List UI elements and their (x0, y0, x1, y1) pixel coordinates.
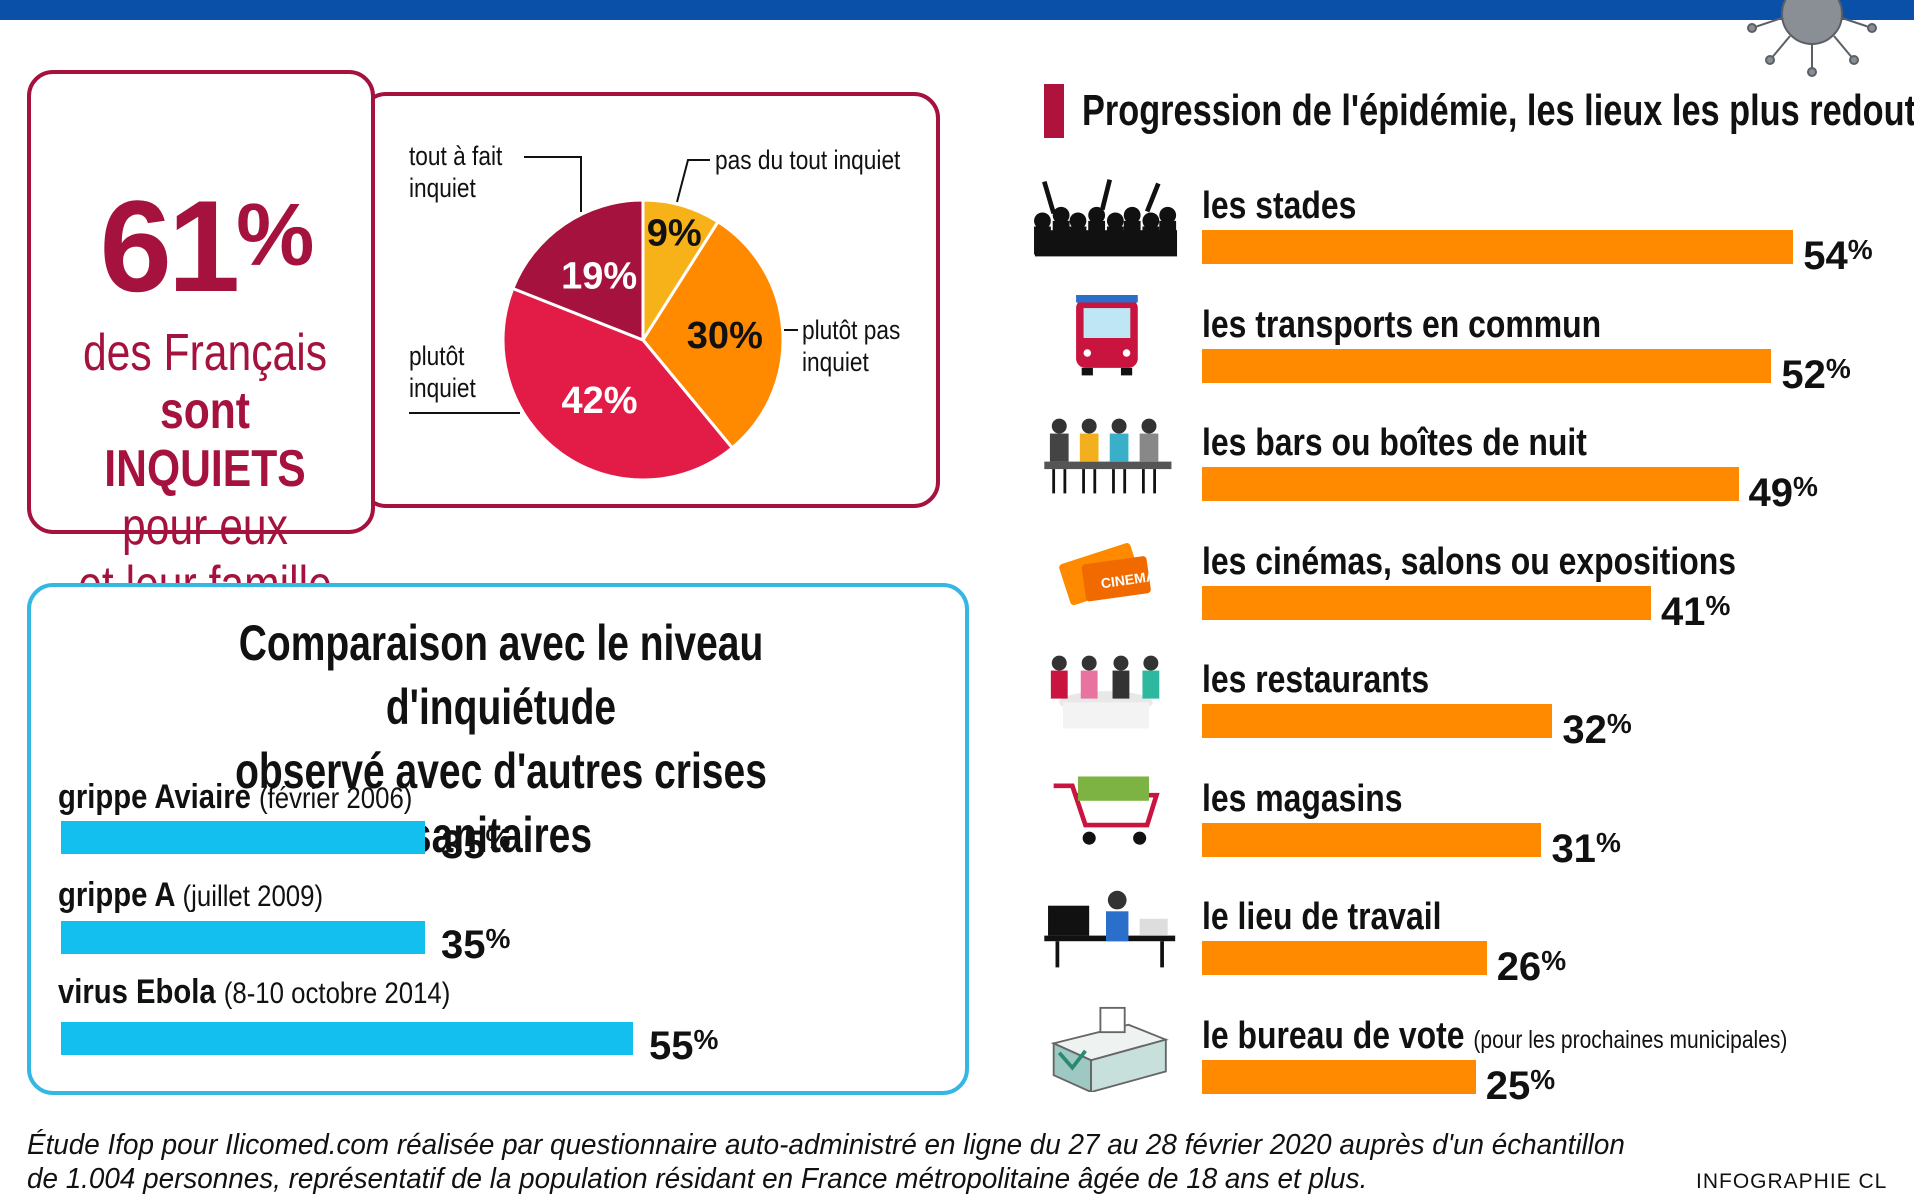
place-bar (1202, 348, 1772, 383)
bar-icon (1044, 418, 1172, 494)
place-label: les transports en commun (1202, 303, 1601, 347)
comparison-bar (61, 821, 425, 854)
place-value: 26% (1496, 945, 1567, 989)
place-bar (1202, 230, 1794, 264)
place-bar (1202, 822, 1542, 857)
place-bar (1202, 467, 1739, 501)
place-label: les bars ou boîtes de nuit (1202, 421, 1587, 465)
comparison-category: grippe A (58, 876, 183, 914)
headline-number: 61% (99, 173, 315, 319)
place-label: les stades (1202, 184, 1356, 228)
credit: INFOGRAPHIE CL (1696, 1170, 1888, 1193)
place-value: 52% (1781, 352, 1851, 397)
virus-icon (1747, 0, 1877, 77)
places-title-marker (1044, 84, 1064, 138)
place-value: 25% (1485, 1063, 1556, 1108)
place-category: les magasins (1202, 777, 1403, 820)
place-label: les cinémas, salons ou expositions (1202, 540, 1736, 584)
comparison-label: grippe Aviaire (février 2006) (58, 777, 412, 819)
shopping-cart-icon (1053, 775, 1160, 845)
place-label: les magasins (1202, 777, 1402, 821)
place-value: 32% (1562, 708, 1632, 752)
place-category: les bars ou boîtes de nuit (1202, 422, 1587, 464)
places-title: Progression de l'épidémie, les lieux les… (1082, 86, 1914, 135)
headline-line-1: des Français (82, 324, 328, 382)
headline-line-2: sont INQUIETS (104, 382, 306, 498)
place-bar (1202, 1059, 1476, 1094)
headline-line-3: pour eux (122, 498, 288, 556)
place-category: les stades (1202, 185, 1357, 227)
place-category: le bureau de vote (1202, 1014, 1474, 1057)
place-category: les restaurants (1202, 659, 1430, 701)
place-label: le bureau de vote (pour les prochaines m… (1202, 1014, 1787, 1062)
pie-label-tout-a-fait: tout à fait inquiet (409, 141, 503, 203)
source-note: Étude Ifop pour Ilicomed.com réalisée pa… (27, 1129, 1625, 1195)
place-label: les restaurants (1202, 658, 1429, 702)
comparison-label: grippe A (juillet 2009) (58, 875, 323, 917)
place-bar (1202, 585, 1651, 620)
place-label: le lieu de travail (1202, 895, 1442, 939)
comparison-label: virus Ebola (8-10 octobre 2014) (58, 972, 450, 1014)
pie-label-plutot: plutôt inquiet (409, 341, 476, 403)
comparison-bar (61, 921, 425, 954)
crowd-icon (1034, 179, 1178, 257)
bus-icon (1076, 294, 1138, 375)
cinema-ticket-icon: CINEMA (1059, 542, 1157, 605)
comparison-value: 55% (649, 1024, 719, 1068)
comparison-panel: Comparaison avec le niveau d'inquiétude … (27, 583, 969, 1095)
pie-label-pas-du-tout: pas du tout inquiet (715, 145, 901, 175)
place-category: le lieu de travail (1202, 896, 1442, 938)
place-bar (1202, 941, 1487, 975)
headline-description: des Français sont INQUIETS pour eux et l… (62, 324, 347, 614)
top-band (0, 0, 1914, 20)
place-note: (pour les prochaines municipales) (1473, 1025, 1788, 1054)
office-worker-icon (1044, 890, 1176, 968)
place-category: les cinémas, salons ou expositions (1202, 540, 1736, 583)
comparison-category: virus Ebola (58, 973, 224, 1011)
headline-panel: 61% des Français sont INQUIETS pour eux … (27, 70, 375, 614)
comparison-date: (février 2006) (258, 782, 413, 815)
place-category: les transports en commun (1202, 303, 1602, 346)
place-value: 54% (1803, 234, 1873, 278)
comparison-date: (juillet 2009) (182, 880, 324, 913)
comparison-bar (61, 1022, 633, 1055)
ballot-box-icon (1050, 1006, 1169, 1092)
place-value: 31% (1551, 826, 1621, 871)
restaurant-icon (1050, 655, 1160, 729)
place-bar (1202, 704, 1553, 738)
comparison-value: 35% (441, 823, 511, 867)
place-value: 41% (1660, 589, 1731, 634)
comparison-value: 35% (441, 923, 511, 967)
pie-label-plutot-pas: plutôt pas inquiet (802, 315, 901, 377)
place-value: 49% (1748, 471, 1818, 515)
comparison-date: (8-10 octobre 2014) (223, 977, 451, 1010)
comparison-category: grippe Aviaire (58, 778, 259, 816)
